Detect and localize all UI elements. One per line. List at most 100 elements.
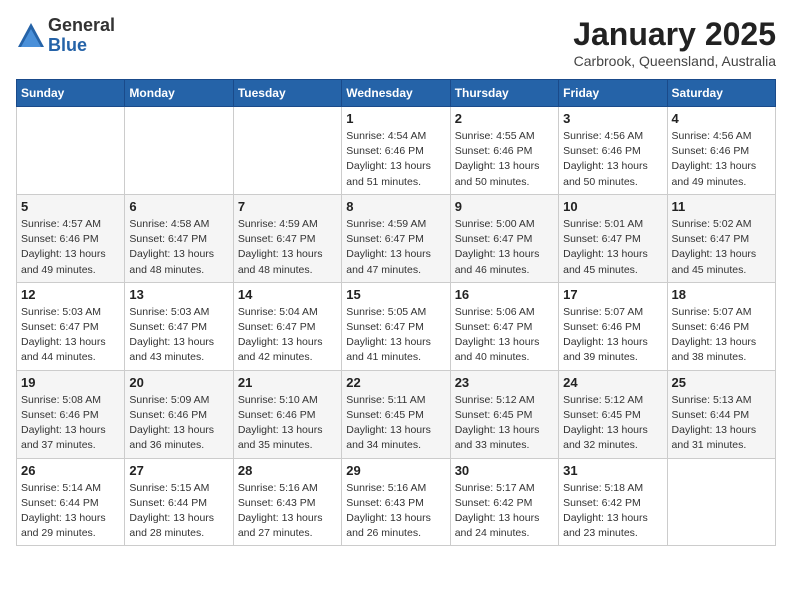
logo: General Blue xyxy=(16,16,115,56)
weekday-header-row: SundayMondayTuesdayWednesdayThursdayFrid… xyxy=(17,80,776,107)
weekday-monday: Monday xyxy=(125,80,233,107)
day-info: Sunrise: 5:03 AM Sunset: 6:47 PM Dayligh… xyxy=(21,305,120,366)
day-number: 23 xyxy=(455,375,554,390)
day-info: Sunrise: 5:12 AM Sunset: 6:45 PM Dayligh… xyxy=(455,393,554,454)
calendar-cell: 24 Sunrise: 5:12 AM Sunset: 6:45 PM Dayli… xyxy=(559,370,667,458)
day-number: 7 xyxy=(238,199,337,214)
day-number: 20 xyxy=(129,375,228,390)
calendar-cell: 13Sunrise: 5:03 AM Sunset: 6:47 PM Dayli… xyxy=(125,282,233,370)
day-number: 13 xyxy=(129,287,228,302)
day-number: 12 xyxy=(21,287,120,302)
calendar-cell: 18 Sunrise: 5:07 AM Sunset: 6:46 PM Dayli… xyxy=(667,282,775,370)
calendar-cell xyxy=(17,107,125,195)
day-info: Sunrise: 5:07 AM Sunset: 6:46 PM Dayligh… xyxy=(672,305,771,366)
day-info: Sunrise: 5:04 AM Sunset: 6:47 PM Dayligh… xyxy=(238,305,337,366)
calendar-cell: 10Sunrise: 5:01 AM Sunset: 6:47 PM Dayli… xyxy=(559,194,667,282)
day-number: 6 xyxy=(129,199,228,214)
day-number: 28 xyxy=(238,463,337,478)
day-info: Sunrise: 5:09 AM Sunset: 6:46 PM Dayligh… xyxy=(129,393,228,454)
day-number: 4 xyxy=(672,111,771,126)
calendar-cell xyxy=(667,458,775,546)
day-number: 11 xyxy=(672,199,771,214)
calendar-cell: 2Sunrise: 4:55 AM Sunset: 6:46 PM Daylig… xyxy=(450,107,558,195)
calendar-cell: 12 Sunrise: 5:03 AM Sunset: 6:47 PM Dayli… xyxy=(17,282,125,370)
day-number: 24 xyxy=(563,375,662,390)
calendar-cell: 29Sunrise: 5:16 AM Sunset: 6:43 PM Dayli… xyxy=(342,458,450,546)
week-row-2: 5Sunrise: 4:57 AM Sunset: 6:46 PM Daylig… xyxy=(17,194,776,282)
day-number: 22 xyxy=(346,375,445,390)
week-row-1: 1 Sunrise: 4:54 AM Sunset: 6:46 PM Daylig… xyxy=(17,107,776,195)
day-number: 8 xyxy=(346,199,445,214)
day-number: 25 xyxy=(672,375,771,390)
day-info: Sunrise: 5:14 AM Sunset: 6:44 PM Dayligh… xyxy=(21,481,120,542)
day-info: Sunrise: 4:56 AM Sunset: 6:46 PM Dayligh… xyxy=(563,129,662,190)
calendar-cell: 4 Sunrise: 4:56 AM Sunset: 6:46 PM Daylig… xyxy=(667,107,775,195)
calendar-cell: 23 Sunrise: 5:12 AM Sunset: 6:45 PM Dayli… xyxy=(450,370,558,458)
calendar-cell xyxy=(125,107,233,195)
calendar-cell: 20 Sunrise: 5:09 AM Sunset: 6:46 PM Dayli… xyxy=(125,370,233,458)
day-info: Sunrise: 5:02 AM Sunset: 6:47 PM Dayligh… xyxy=(672,217,771,278)
logo-blue: Blue xyxy=(48,35,87,55)
day-number: 1 xyxy=(346,111,445,126)
day-number: 30 xyxy=(455,463,554,478)
calendar-cell: 21Sunrise: 5:10 AM Sunset: 6:46 PM Dayli… xyxy=(233,370,341,458)
calendar-cell: 7 Sunrise: 4:59 AM Sunset: 6:47 PM Daylig… xyxy=(233,194,341,282)
calendar-cell: 16 Sunrise: 5:06 AM Sunset: 6:47 PM Dayli… xyxy=(450,282,558,370)
calendar-cell: 30 Sunrise: 5:17 AM Sunset: 6:42 PM Dayli… xyxy=(450,458,558,546)
title-block: January 2025 Carbrook, Queensland, Austr… xyxy=(573,16,776,69)
page-header: General Blue January 2025 Carbrook, Quee… xyxy=(16,16,776,69)
weekday-friday: Friday xyxy=(559,80,667,107)
day-info: Sunrise: 5:06 AM Sunset: 6:47 PM Dayligh… xyxy=(455,305,554,366)
day-number: 31 xyxy=(563,463,662,478)
calendar-cell: 28Sunrise: 5:16 AM Sunset: 6:43 PM Dayli… xyxy=(233,458,341,546)
calendar-cell: 14Sunrise: 5:04 AM Sunset: 6:47 PM Dayli… xyxy=(233,282,341,370)
day-info: Sunrise: 5:18 AM Sunset: 6:42 PM Dayligh… xyxy=(563,481,662,542)
day-number: 26 xyxy=(21,463,120,478)
day-number: 3 xyxy=(563,111,662,126)
week-row-3: 12 Sunrise: 5:03 AM Sunset: 6:47 PM Dayli… xyxy=(17,282,776,370)
day-info: Sunrise: 5:01 AM Sunset: 6:47 PM Dayligh… xyxy=(563,217,662,278)
calendar-cell xyxy=(233,107,341,195)
day-info: Sunrise: 4:55 AM Sunset: 6:46 PM Dayligh… xyxy=(455,129,554,190)
day-info: Sunrise: 5:13 AM Sunset: 6:44 PM Dayligh… xyxy=(672,393,771,454)
day-number: 18 xyxy=(672,287,771,302)
calendar-cell: 11 Sunrise: 5:02 AM Sunset: 6:47 PM Dayli… xyxy=(667,194,775,282)
day-info: Sunrise: 4:54 AM Sunset: 6:46 PM Dayligh… xyxy=(346,129,445,190)
day-info: Sunrise: 5:00 AM Sunset: 6:47 PM Dayligh… xyxy=(455,217,554,278)
day-number: 21 xyxy=(238,375,337,390)
day-number: 17 xyxy=(563,287,662,302)
calendar-cell: 9 Sunrise: 5:00 AM Sunset: 6:47 PM Daylig… xyxy=(450,194,558,282)
day-info: Sunrise: 5:12 AM Sunset: 6:45 PM Dayligh… xyxy=(563,393,662,454)
day-number: 15 xyxy=(346,287,445,302)
day-info: Sunrise: 5:17 AM Sunset: 6:42 PM Dayligh… xyxy=(455,481,554,542)
week-row-4: 19Sunrise: 5:08 AM Sunset: 6:46 PM Dayli… xyxy=(17,370,776,458)
calendar-cell: 25 Sunrise: 5:13 AM Sunset: 6:44 PM Dayli… xyxy=(667,370,775,458)
day-info: Sunrise: 4:59 AM Sunset: 6:47 PM Dayligh… xyxy=(238,217,337,278)
logo-icon xyxy=(16,21,46,51)
day-info: Sunrise: 5:15 AM Sunset: 6:44 PM Dayligh… xyxy=(129,481,228,542)
day-info: Sunrise: 4:58 AM Sunset: 6:47 PM Dayligh… xyxy=(129,217,228,278)
calendar-cell: 3 Sunrise: 4:56 AM Sunset: 6:46 PM Daylig… xyxy=(559,107,667,195)
day-info: Sunrise: 5:11 AM Sunset: 6:45 PM Dayligh… xyxy=(346,393,445,454)
calendar-cell: 17 Sunrise: 5:07 AM Sunset: 6:46 PM Dayli… xyxy=(559,282,667,370)
logo-general: General xyxy=(48,15,115,35)
day-info: Sunrise: 4:56 AM Sunset: 6:46 PM Dayligh… xyxy=(672,129,771,190)
calendar-body: 1 Sunrise: 4:54 AM Sunset: 6:46 PM Daylig… xyxy=(17,107,776,546)
day-info: Sunrise: 5:07 AM Sunset: 6:46 PM Dayligh… xyxy=(563,305,662,366)
day-info: Sunrise: 5:08 AM Sunset: 6:46 PM Dayligh… xyxy=(21,393,120,454)
week-row-5: 26 Sunrise: 5:14 AM Sunset: 6:44 PM Dayli… xyxy=(17,458,776,546)
calendar-cell: 27 Sunrise: 5:15 AM Sunset: 6:44 PM Dayli… xyxy=(125,458,233,546)
day-number: 9 xyxy=(455,199,554,214)
calendar-cell: 1 Sunrise: 4:54 AM Sunset: 6:46 PM Daylig… xyxy=(342,107,450,195)
calendar-cell: 19Sunrise: 5:08 AM Sunset: 6:46 PM Dayli… xyxy=(17,370,125,458)
day-number: 29 xyxy=(346,463,445,478)
day-info: Sunrise: 4:59 AM Sunset: 6:47 PM Dayligh… xyxy=(346,217,445,278)
weekday-saturday: Saturday xyxy=(667,80,775,107)
day-number: 16 xyxy=(455,287,554,302)
calendar-cell: 6 Sunrise: 4:58 AM Sunset: 6:47 PM Daylig… xyxy=(125,194,233,282)
day-number: 27 xyxy=(129,463,228,478)
calendar-table: SundayMondayTuesdayWednesdayThursdayFrid… xyxy=(16,79,776,546)
day-info: Sunrise: 5:05 AM Sunset: 6:47 PM Dayligh… xyxy=(346,305,445,366)
calendar-cell: 31 Sunrise: 5:18 AM Sunset: 6:42 PM Dayli… xyxy=(559,458,667,546)
day-info: Sunrise: 4:57 AM Sunset: 6:46 PM Dayligh… xyxy=(21,217,120,278)
